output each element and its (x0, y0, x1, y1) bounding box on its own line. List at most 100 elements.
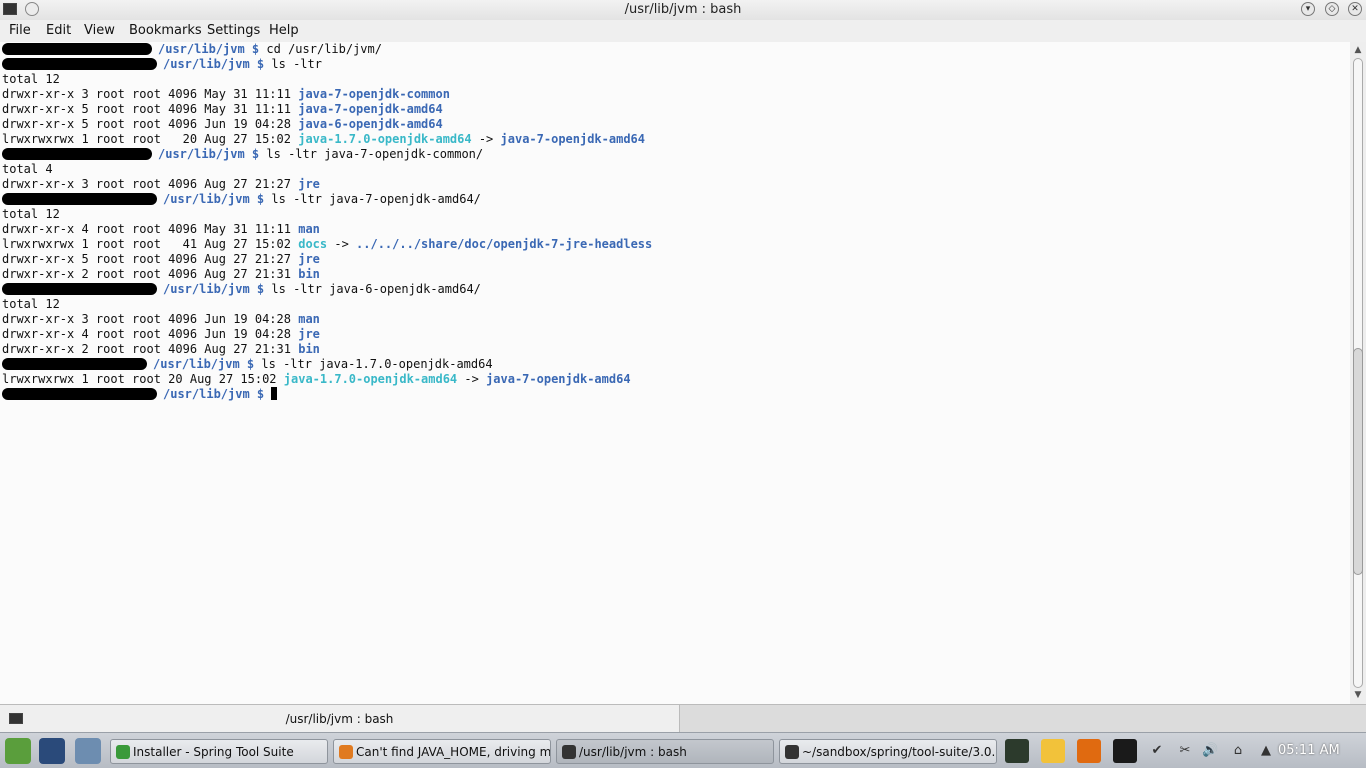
file-meta: drwxr-xr-x 2 root root 4096 Aug 27 21:31 (2, 267, 299, 281)
output-text: total 12 (2, 72, 60, 86)
scroll-down-icon[interactable]: ▼ (1352, 690, 1364, 700)
file-meta: drwxr-xr-x 2 root root 4096 Aug 27 21:31 (2, 342, 299, 356)
terminal-line: drwxr-xr-x 5 root root 4096 Aug 27 21:27… (2, 252, 320, 267)
file-meta: drwxr-xr-x 5 root root 4096 May 31 11:11 (2, 102, 299, 116)
terminal-line: drwxr-xr-x 2 root root 4096 Aug 27 21:31… (2, 267, 320, 282)
prompt-path: /usr/lib/jvm $ (163, 282, 265, 296)
prompt-path: /usr/lib/jvm $ (163, 192, 265, 206)
link-arrow: -> (471, 132, 501, 146)
file-meta: drwxr-xr-x 5 root root 4096 Aug 27 21:27 (2, 252, 299, 266)
show-desktop-icon[interactable] (39, 738, 65, 764)
taskbar: Installer - Spring Tool Suite Can't find … (0, 732, 1366, 768)
vertical-scrollbar[interactable]: ▲ ▼ (1350, 42, 1366, 704)
file-meta: drwxr-xr-x 4 root root 4096 Jun 19 04:28 (2, 327, 299, 341)
prompt-path: /usr/lib/jvm $ (158, 42, 260, 56)
directory-name: man (298, 222, 320, 236)
system-monitor-icon[interactable] (1005, 739, 1029, 763)
command-text: ls -ltr java-1.7.0-openjdk-amd64 (261, 357, 493, 371)
file-meta: lrwxrwxrwx 1 root root 20 Aug 27 15:02 (2, 372, 284, 386)
command-text: ls -ltr (271, 57, 322, 71)
volume-icon[interactable]: 🔊 (1202, 743, 1218, 759)
terminal-tab-bar: /usr/lib/jvm : bash (0, 704, 1366, 733)
menu-view[interactable]: View (84, 23, 115, 38)
window-titlebar[interactable]: /usr/lib/jvm : bash ▾ ◇ ✕ (0, 0, 1366, 20)
symlink-name: docs (298, 237, 328, 251)
network-icon[interactable]: ⌂ (1230, 743, 1246, 759)
file-meta: lrwxrwxrwx 1 root root 20 Aug 27 15:02 (2, 132, 299, 146)
shield-icon[interactable]: ✔ (1149, 743, 1165, 759)
terminal-line: drwxr-xr-x 3 root root 4096 Aug 27 21:27… (2, 177, 320, 192)
tab-bash[interactable]: /usr/lib/jvm : bash (0, 705, 680, 733)
redacted-user-host (2, 283, 157, 295)
expand-icon[interactable]: ▲ (1258, 743, 1274, 759)
taskbar-task[interactable]: Can't find JAVA_HOME, driving me (333, 739, 551, 764)
minimize-icon[interactable]: ▾ (1301, 2, 1315, 16)
menu-bar: File Edit View Bookmarks Settings Help (0, 20, 1366, 42)
terminal-line: /usr/lib/jvm $ (2, 387, 278, 402)
prompt-path: /usr/lib/jvm $ (163, 387, 265, 401)
terminal-icon (562, 745, 576, 759)
menu-settings[interactable]: Settings (207, 23, 260, 38)
file-meta: drwxr-xr-x 3 root root 4096 Aug 27 21:27 (2, 177, 299, 191)
terminal-output[interactable]: /usr/lib/jvm $ cd /usr/lib/jvm//usr/lib/… (0, 42, 1350, 704)
scroll-thumb[interactable] (1353, 348, 1363, 575)
maximize-icon[interactable]: ◇ (1325, 2, 1339, 16)
menu-edit[interactable]: Edit (46, 23, 71, 38)
firefox-icon (339, 745, 353, 759)
terminal-line: drwxr-xr-x 3 root root 4096 Jun 19 04:28… (2, 312, 320, 327)
terminal-line: /usr/lib/jvm $ cd /usr/lib/jvm/ (2, 42, 382, 57)
link-arrow: -> (457, 372, 487, 386)
redacted-user-host (2, 58, 157, 70)
terminal-line: total 12 (2, 72, 60, 87)
link-target: ../../../share/doc/openjdk-7-jre-headles… (356, 237, 653, 251)
output-text: total 4 (2, 162, 53, 176)
terminal-line: /usr/lib/jvm $ ls -ltr java-7-openjdk-co… (2, 147, 483, 162)
mint-menu-icon[interactable] (5, 738, 31, 764)
directory-name: bin (298, 267, 320, 281)
close-icon[interactable]: ✕ (1348, 2, 1362, 16)
menu-help[interactable]: Help (269, 23, 299, 38)
star-icon[interactable] (1041, 739, 1065, 763)
taskbar-task[interactable]: /usr/lib/jvm : bash (556, 739, 774, 764)
command-text: ls -ltr java-7-openjdk-common/ (266, 147, 484, 161)
symlink-name: java-1.7.0-openjdk-amd64 (283, 372, 458, 386)
output-text: total 12 (2, 297, 60, 311)
clock[interactable]: 05:11 AM (1278, 743, 1340, 758)
file-manager-icon[interactable] (75, 738, 101, 764)
terminal-icon[interactable] (1113, 739, 1137, 763)
prompt-path: /usr/lib/jvm $ (158, 147, 260, 161)
redacted-user-host (2, 148, 152, 160)
file-meta: drwxr-xr-x 5 root root 4096 Jun 19 04:28 (2, 117, 299, 131)
redacted-user-host (2, 43, 152, 55)
redacted-user-host (2, 358, 147, 370)
taskbar-task[interactable]: ~/sandbox/spring/tool-suite/3.0.0 (779, 739, 997, 764)
directory-name: jre (298, 327, 320, 341)
directory-name: man (298, 312, 320, 326)
firefox-icon[interactable] (1077, 739, 1101, 763)
terminal-line: /usr/lib/jvm $ ls -ltr (2, 57, 322, 72)
taskbar-task-label: Installer - Spring Tool Suite (133, 745, 294, 759)
menu-file[interactable]: File (9, 23, 31, 38)
terminal-line: drwxr-xr-x 4 root root 4096 May 31 11:11… (2, 222, 320, 237)
prompt-path: /usr/lib/jvm $ (163, 57, 265, 71)
terminal-line: drwxr-xr-x 5 root root 4096 May 31 11:11… (2, 102, 443, 117)
text-cursor (271, 387, 278, 400)
directory-name: jre (298, 177, 320, 191)
link-target: java-7-openjdk-amd64 (500, 132, 646, 146)
terminal-line: /usr/lib/jvm $ ls -ltr java-1.7.0-openjd… (2, 357, 493, 372)
menu-bookmarks[interactable]: Bookmarks (129, 23, 202, 38)
taskbar-task[interactable]: Installer - Spring Tool Suite (110, 739, 328, 764)
link-arrow: -> (327, 237, 357, 251)
terminal-line: total 12 (2, 207, 60, 222)
directory-name: java-7-openjdk-amd64 (298, 102, 443, 116)
command-text: cd /usr/lib/jvm/ (266, 42, 382, 56)
directory-name: java-6-openjdk-amd64 (298, 117, 443, 131)
file-meta: drwxr-xr-x 3 root root 4096 May 31 11:11 (2, 87, 299, 101)
file-meta: lrwxrwxrwx 1 root root 41 Aug 27 15:02 (2, 237, 299, 251)
taskbar-task-label: ~/sandbox/spring/tool-suite/3.0.0 (802, 745, 997, 759)
spring-icon (116, 745, 130, 759)
scissors-icon[interactable]: ✂ (1177, 743, 1193, 759)
terminal-line: total 4 (2, 162, 53, 177)
scroll-up-icon[interactable]: ▲ (1352, 45, 1364, 55)
command-text: ls -ltr java-7-openjdk-amd64/ (271, 192, 481, 206)
